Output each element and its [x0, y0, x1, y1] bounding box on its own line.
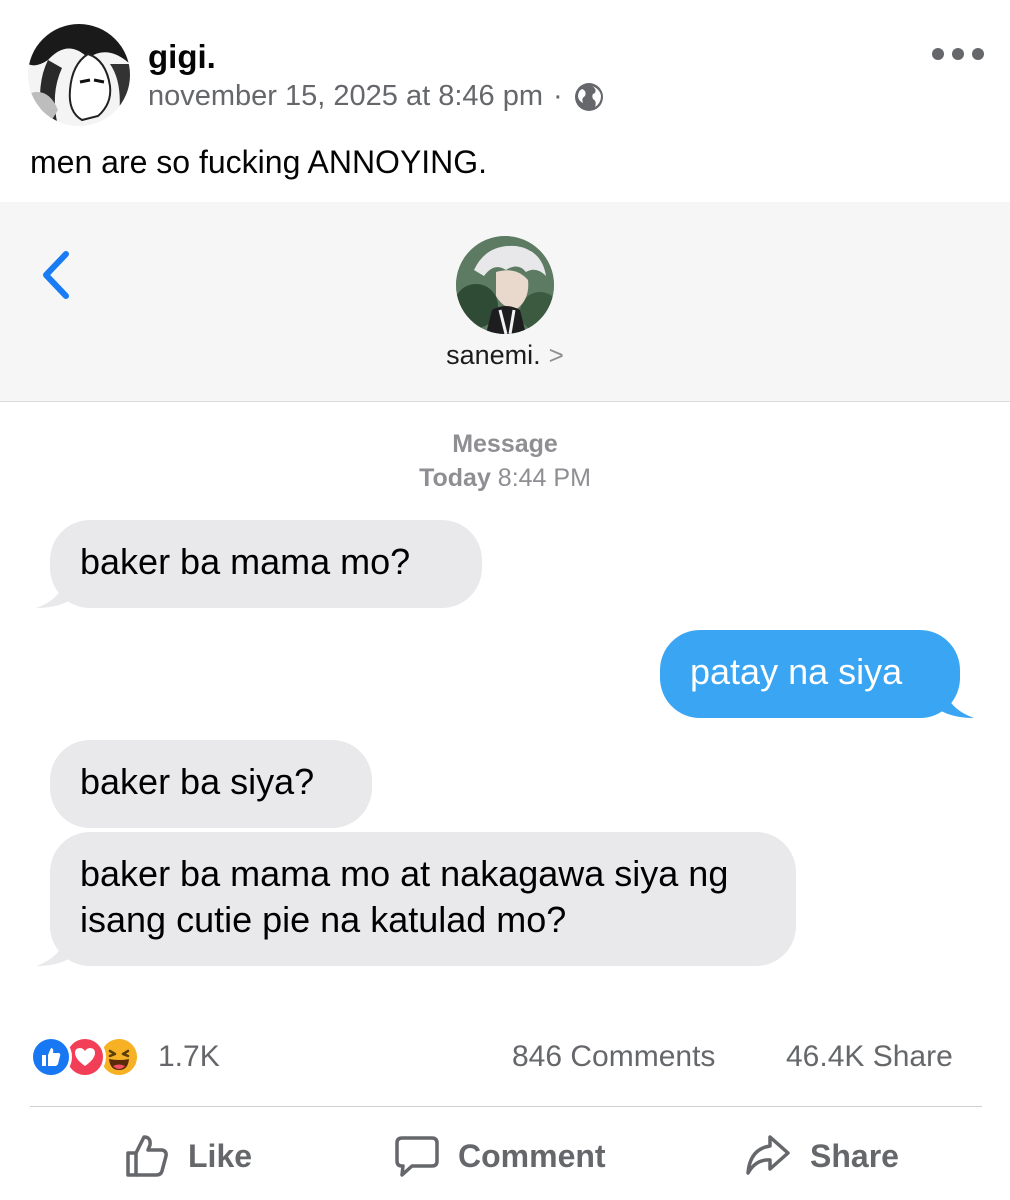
- share-label: Share: [810, 1137, 899, 1174]
- reaction-count[interactable]: 1.7K: [158, 1040, 220, 1074]
- comments-count[interactable]: 846 Comments: [512, 1040, 715, 1074]
- divider: [30, 1106, 982, 1107]
- like-label: Like: [188, 1137, 253, 1174]
- message-thread: Message Today 8:44 PM baker ba mama mo? …: [0, 402, 1010, 1002]
- author-avatar[interactable]: [28, 24, 130, 126]
- shares-count[interactable]: 46.4K Share: [786, 1040, 953, 1074]
- incoming-message[interactable]: baker ba siya?: [50, 740, 372, 828]
- conversation-header: sanemi. >: [0, 202, 1010, 402]
- contact-name[interactable]: sanemi. >: [0, 340, 1010, 371]
- like-button[interactable]: Like: [124, 1126, 252, 1186]
- timestamp-time: 8:44 PM: [497, 464, 591, 492]
- comment-icon: [395, 1136, 439, 1177]
- post-meta: november 15, 2025 at 8:46 pm ·: [148, 80, 605, 113]
- share-icon: [746, 1135, 790, 1175]
- contact-name-label: sanemi.: [446, 340, 541, 370]
- service-label: Message: [452, 430, 558, 458]
- share-button[interactable]: Share: [744, 1126, 899, 1186]
- post-header: gigi. november 15, 2025 at 8:46 pm · men…: [0, 0, 1010, 180]
- timestamp-day: Today: [419, 464, 491, 492]
- chevron-right-icon: >: [548, 340, 564, 370]
- outgoing-message[interactable]: patay na siya: [660, 630, 960, 718]
- comment-label: Comment: [458, 1137, 606, 1174]
- post-caption: men are so fucking ANNOYING.: [30, 144, 488, 180]
- reaction-icons[interactable]: [30, 1036, 150, 1080]
- incoming-message[interactable]: baker ba mama mo?: [50, 520, 482, 608]
- meta-separator: ·: [552, 80, 563, 112]
- like-icon: [30, 1036, 72, 1078]
- author-name[interactable]: gigi.: [148, 38, 216, 76]
- post-timestamp[interactable]: november 15, 2025 at 8:46 pm: [148, 80, 543, 113]
- comment-button[interactable]: Comment: [394, 1126, 606, 1186]
- chevron-left-icon[interactable]: [34, 244, 80, 306]
- post-stats: 1.7K 846 Comments 46.4K Share: [0, 1030, 1010, 1086]
- thumbs-up-icon: [126, 1135, 168, 1177]
- incoming-message[interactable]: baker ba mama mo at nakagawa siya ng isa…: [50, 832, 796, 966]
- thread-timestamp: Today 8:44 PM: [0, 464, 1010, 493]
- more-options-icon[interactable]: [932, 36, 984, 72]
- contact-avatar[interactable]: [456, 236, 554, 334]
- globe-icon[interactable]: [573, 81, 605, 113]
